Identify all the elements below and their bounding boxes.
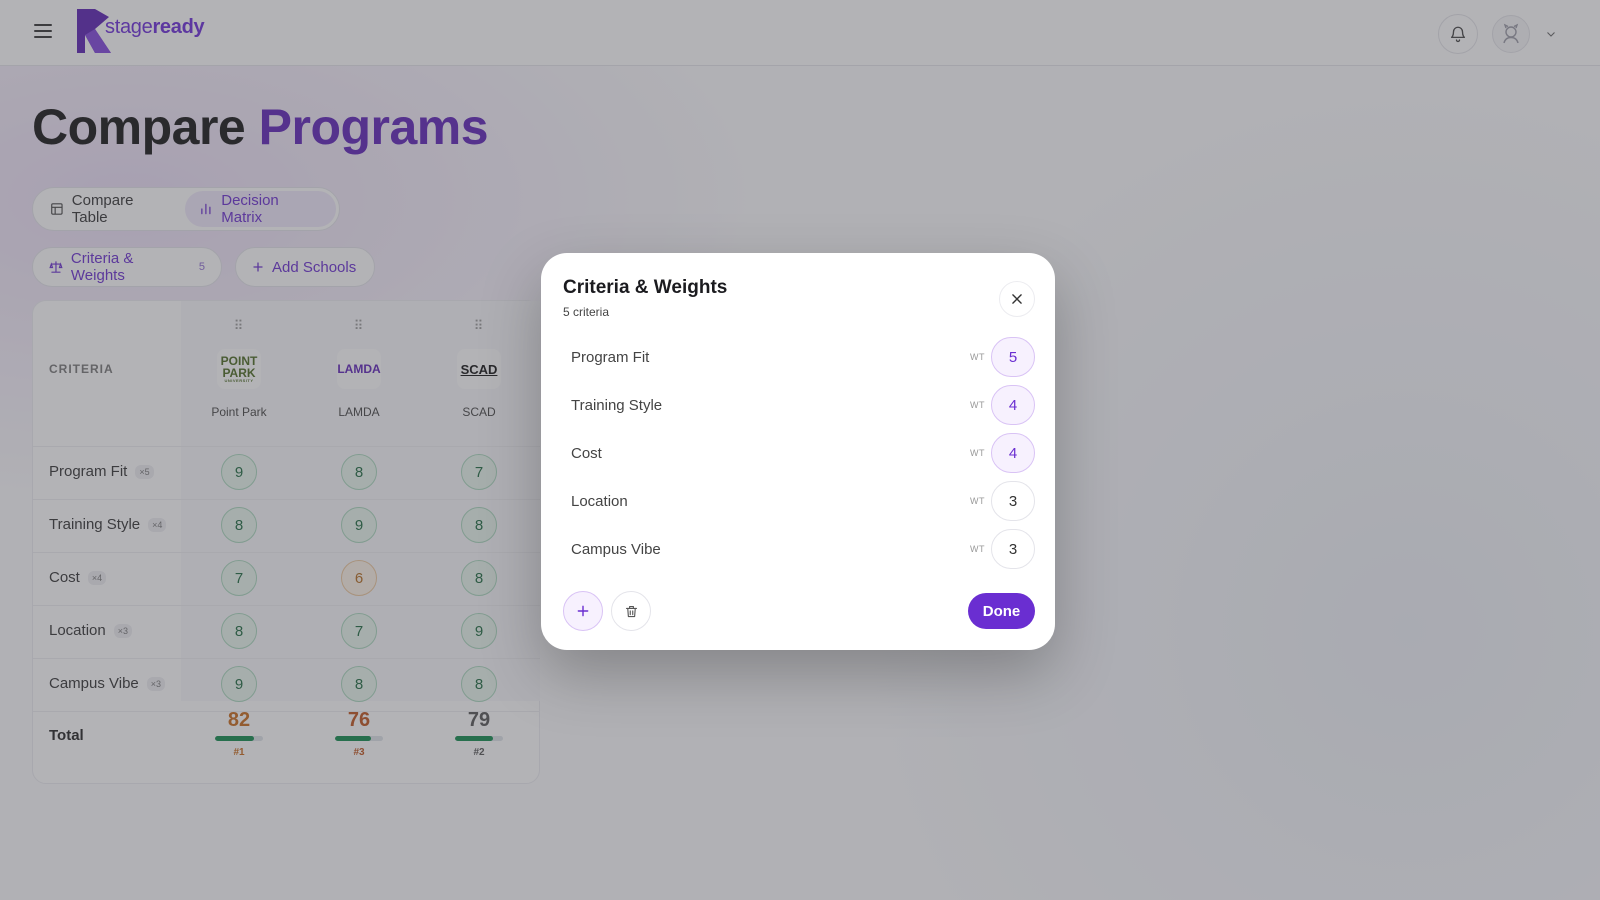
modal-actions: Done xyxy=(563,591,1035,631)
weight-label: WT xyxy=(970,544,985,554)
weight-label: WT xyxy=(970,448,985,458)
modal-subtitle: 5 criteria xyxy=(563,305,610,319)
close-button[interactable] xyxy=(999,281,1035,317)
weight-input[interactable] xyxy=(991,337,1035,377)
criteria-row: Cost WT xyxy=(563,433,1035,473)
weight-input[interactable] xyxy=(991,433,1035,473)
criteria-weights-modal: Criteria & Weights 5 criteria Program Fi… xyxy=(541,253,1055,650)
weight-input[interactable] xyxy=(991,385,1035,425)
criteria-name[interactable]: Campus Vibe xyxy=(563,541,970,558)
weight-label: WT xyxy=(970,496,985,506)
criteria-name[interactable]: Cost xyxy=(563,445,970,462)
weight-input[interactable] xyxy=(991,529,1035,569)
done-button[interactable]: Done xyxy=(968,593,1035,629)
trash-icon xyxy=(625,605,637,617)
weight-input[interactable] xyxy=(991,481,1035,521)
criteria-row: Program Fit WT xyxy=(563,337,1035,377)
plus-icon xyxy=(577,605,589,617)
criteria-row: Campus Vibe WT xyxy=(563,529,1035,569)
criteria-row: Location WT xyxy=(563,481,1035,521)
add-criterion-button[interactable] xyxy=(563,591,603,631)
criteria-name[interactable]: Training Style xyxy=(563,397,970,414)
close-icon xyxy=(1012,294,1022,304)
weight-label: WT xyxy=(970,400,985,410)
criteria-row: Training Style WT xyxy=(563,385,1035,425)
criteria-name[interactable]: Program Fit xyxy=(563,349,970,366)
delete-criterion-button[interactable] xyxy=(611,591,651,631)
modal-title: Criteria & Weights xyxy=(563,277,728,298)
weight-label: WT xyxy=(970,352,985,362)
criteria-name[interactable]: Location xyxy=(563,493,970,510)
